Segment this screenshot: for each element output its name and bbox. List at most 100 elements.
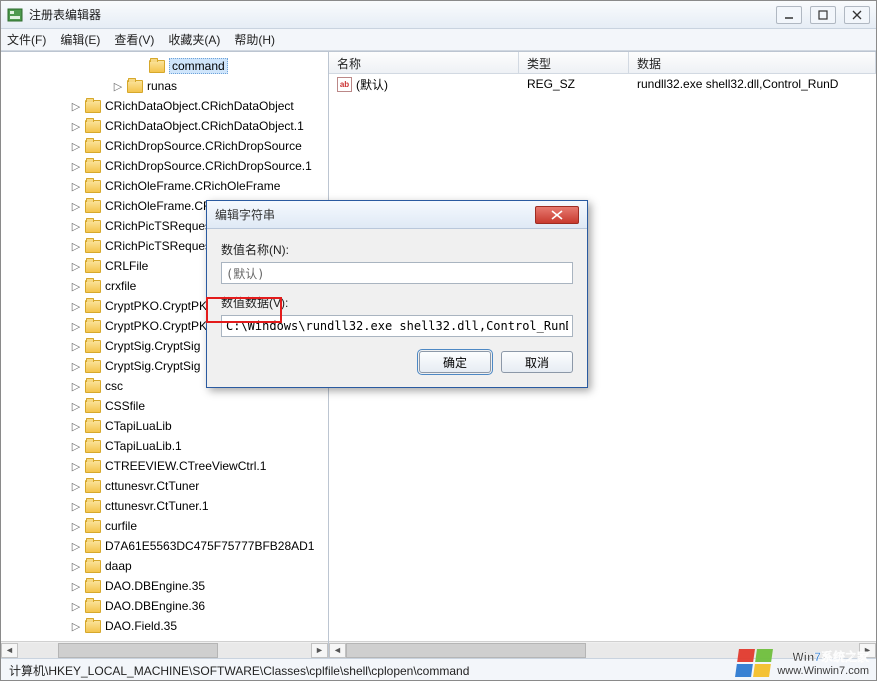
tree-expand-icon[interactable]: ▷ [69, 100, 83, 113]
tree-item[interactable]: ▷ cttunesvr.CtTuner [1, 476, 328, 496]
menu-help[interactable]: 帮助(H) [234, 31, 275, 48]
tree-item-label: DAO.DBEngine.36 [105, 599, 205, 613]
tree-expand-icon[interactable]: ▷ [69, 600, 83, 613]
tree-item-label: cttunesvr.CtTuner.1 [105, 499, 209, 513]
tree-item-label: CSSfile [105, 399, 145, 413]
scroll-right-button[interactable]: ► [311, 643, 328, 658]
tree-item[interactable]: ▷runas [1, 76, 328, 96]
tree-expand-icon[interactable]: ▷ [69, 200, 83, 213]
tree-item[interactable]: ▷CRichDropSource.CRichDropSource [1, 136, 328, 156]
tree-expand-icon[interactable]: ▷ [69, 480, 83, 493]
folder-icon [85, 180, 101, 193]
value-name-label: 数值名称(N): [221, 241, 573, 258]
tree-item[interactable]: ▷ DAO.DBEngine.35 [1, 576, 328, 596]
tree-item-label: command [169, 58, 228, 74]
scroll-track[interactable] [346, 643, 859, 658]
list-header: 名称 类型 数据 [329, 52, 876, 74]
tree-item[interactable]: ▷CRichDataObject.CRichDataObject [1, 96, 328, 116]
tree-expand-icon[interactable]: ▷ [69, 580, 83, 593]
menu-view[interactable]: 查看(V) [114, 31, 154, 48]
tree-item-label: daap [105, 559, 132, 573]
tree-expand-icon[interactable]: ▷ [69, 280, 83, 293]
tree-item[interactable]: ▷D7A61E5563DC475F75777BFB28AD1 [1, 536, 328, 556]
tree-item[interactable]: ▷ DAO.DBEngine.36 [1, 596, 328, 616]
tree-expand-icon[interactable]: ▷ [69, 240, 83, 253]
tree-expand-icon[interactable]: ▷ [69, 260, 83, 273]
tree-item-label: CryptSig.CryptSig [105, 359, 200, 373]
tree-item-label: cttunesvr.CtTuner [105, 479, 199, 493]
folder-icon [85, 460, 101, 473]
dialog-close-button[interactable] [535, 206, 579, 224]
menu-favorites[interactable]: 收藏夹(A) [168, 31, 220, 48]
folder-icon [85, 440, 101, 453]
tree-item-label: CryptSig.CryptSig [105, 339, 200, 353]
tree-item[interactable]: ▷DAO.Field.35 [1, 616, 328, 636]
folder-icon [85, 560, 101, 573]
tree-expand-icon[interactable]: ▷ [69, 400, 83, 413]
tree-expand-icon[interactable]: ▷ [69, 160, 83, 173]
column-type[interactable]: 类型 [519, 52, 629, 73]
folder-icon [85, 160, 101, 173]
tree-expand-icon[interactable]: ▷ [69, 380, 83, 393]
list-horizontal-scrollbar[interactable]: ◄ ► [329, 641, 876, 658]
list-row[interactable]: ab (默认) REG_SZ rundll32.exe shell32.dll,… [329, 74, 876, 94]
folder-icon [149, 60, 165, 73]
tree-item[interactable]: ▷ daap [1, 556, 328, 576]
menu-edit[interactable]: 编辑(E) [60, 31, 100, 48]
tree-expand-icon[interactable]: ▷ [111, 80, 125, 93]
tree-expand-icon[interactable]: ▷ [69, 620, 83, 633]
tree-item[interactable]: ▷ CTREEVIEW.CTreeViewCtrl.1 [1, 456, 328, 476]
tree-item-label: CTREEVIEW.CTreeViewCtrl.1 [105, 459, 266, 473]
tree-expand-icon[interactable]: ▷ [69, 560, 83, 573]
ok-button[interactable]: 确定 [419, 351, 491, 373]
scroll-left-button[interactable]: ◄ [329, 643, 346, 658]
tree-item[interactable]: ▷CRichDropSource.CRichDropSource.1 [1, 156, 328, 176]
tree-item[interactable]: ▷ cttunesvr.CtTuner.1 [1, 496, 328, 516]
tree-expand-icon[interactable]: ▷ [69, 360, 83, 373]
tree-expand-icon[interactable]: ▷ [69, 320, 83, 333]
tree-expand-icon[interactable]: ▷ [69, 540, 83, 553]
scroll-left-button[interactable]: ◄ [1, 643, 18, 658]
scroll-thumb[interactable] [346, 643, 586, 658]
tree-expand-icon[interactable]: ▷ [69, 300, 83, 313]
cancel-button[interactable]: 取消 [501, 351, 573, 373]
folder-icon [85, 620, 101, 633]
tree-expand-icon[interactable]: ▷ [69, 500, 83, 513]
tree-expand-icon[interactable]: ▷ [69, 520, 83, 533]
tree-expand-icon[interactable]: ▷ [69, 220, 83, 233]
scroll-track[interactable] [18, 643, 311, 658]
column-name[interactable]: 名称 [329, 52, 519, 73]
tree-expand-icon[interactable]: ▷ [69, 460, 83, 473]
tree-item-label: DAO.DBEngine.35 [105, 579, 205, 593]
folder-icon [85, 100, 101, 113]
tree-horizontal-scrollbar[interactable]: ◄ ► [1, 641, 328, 658]
value-name-input[interactable] [221, 262, 573, 284]
menu-file[interactable]: 文件(F) [7, 31, 46, 48]
tree-item-label: CRichPicTSRequest [105, 219, 214, 233]
tree-expand-icon[interactable]: ▷ [69, 140, 83, 153]
value-data-input[interactable] [221, 315, 573, 337]
scroll-right-button[interactable]: ► [859, 643, 876, 658]
tree-item[interactable]: command [1, 56, 328, 76]
tree-item[interactable]: ▷CTapiLuaLib.1 [1, 436, 328, 456]
minimize-button[interactable] [776, 6, 802, 24]
column-data[interactable]: 数据 [629, 52, 876, 73]
tree-item[interactable]: ▷CRichOleFrame.CRichOleFrame [1, 176, 328, 196]
tree-expand-icon[interactable]: ▷ [69, 120, 83, 133]
folder-icon [127, 80, 143, 93]
folder-icon [85, 580, 101, 593]
tree-item[interactable]: ▷CTapiLuaLib [1, 416, 328, 436]
tree-expand-icon[interactable]: ▷ [69, 440, 83, 453]
tree-expand-icon[interactable]: ▷ [69, 420, 83, 433]
value-data-label: 数值数据(V): [221, 294, 573, 311]
menubar: 文件(F) 编辑(E) 查看(V) 收藏夹(A) 帮助(H) [1, 29, 876, 51]
tree-item[interactable]: ▷ CSSfile [1, 396, 328, 416]
tree-expand-icon[interactable]: ▷ [69, 340, 83, 353]
close-button[interactable] [844, 6, 870, 24]
scroll-thumb[interactable] [58, 643, 218, 658]
maximize-button[interactable] [810, 6, 836, 24]
tree-expand-icon[interactable]: ▷ [69, 180, 83, 193]
tree-item[interactable]: ▷CRichDataObject.CRichDataObject.1 [1, 116, 328, 136]
tree-item[interactable]: ▷curfile [1, 516, 328, 536]
status-path: 计算机\HKEY_LOCAL_MACHINE\SOFTWARE\Classes\… [9, 664, 469, 678]
